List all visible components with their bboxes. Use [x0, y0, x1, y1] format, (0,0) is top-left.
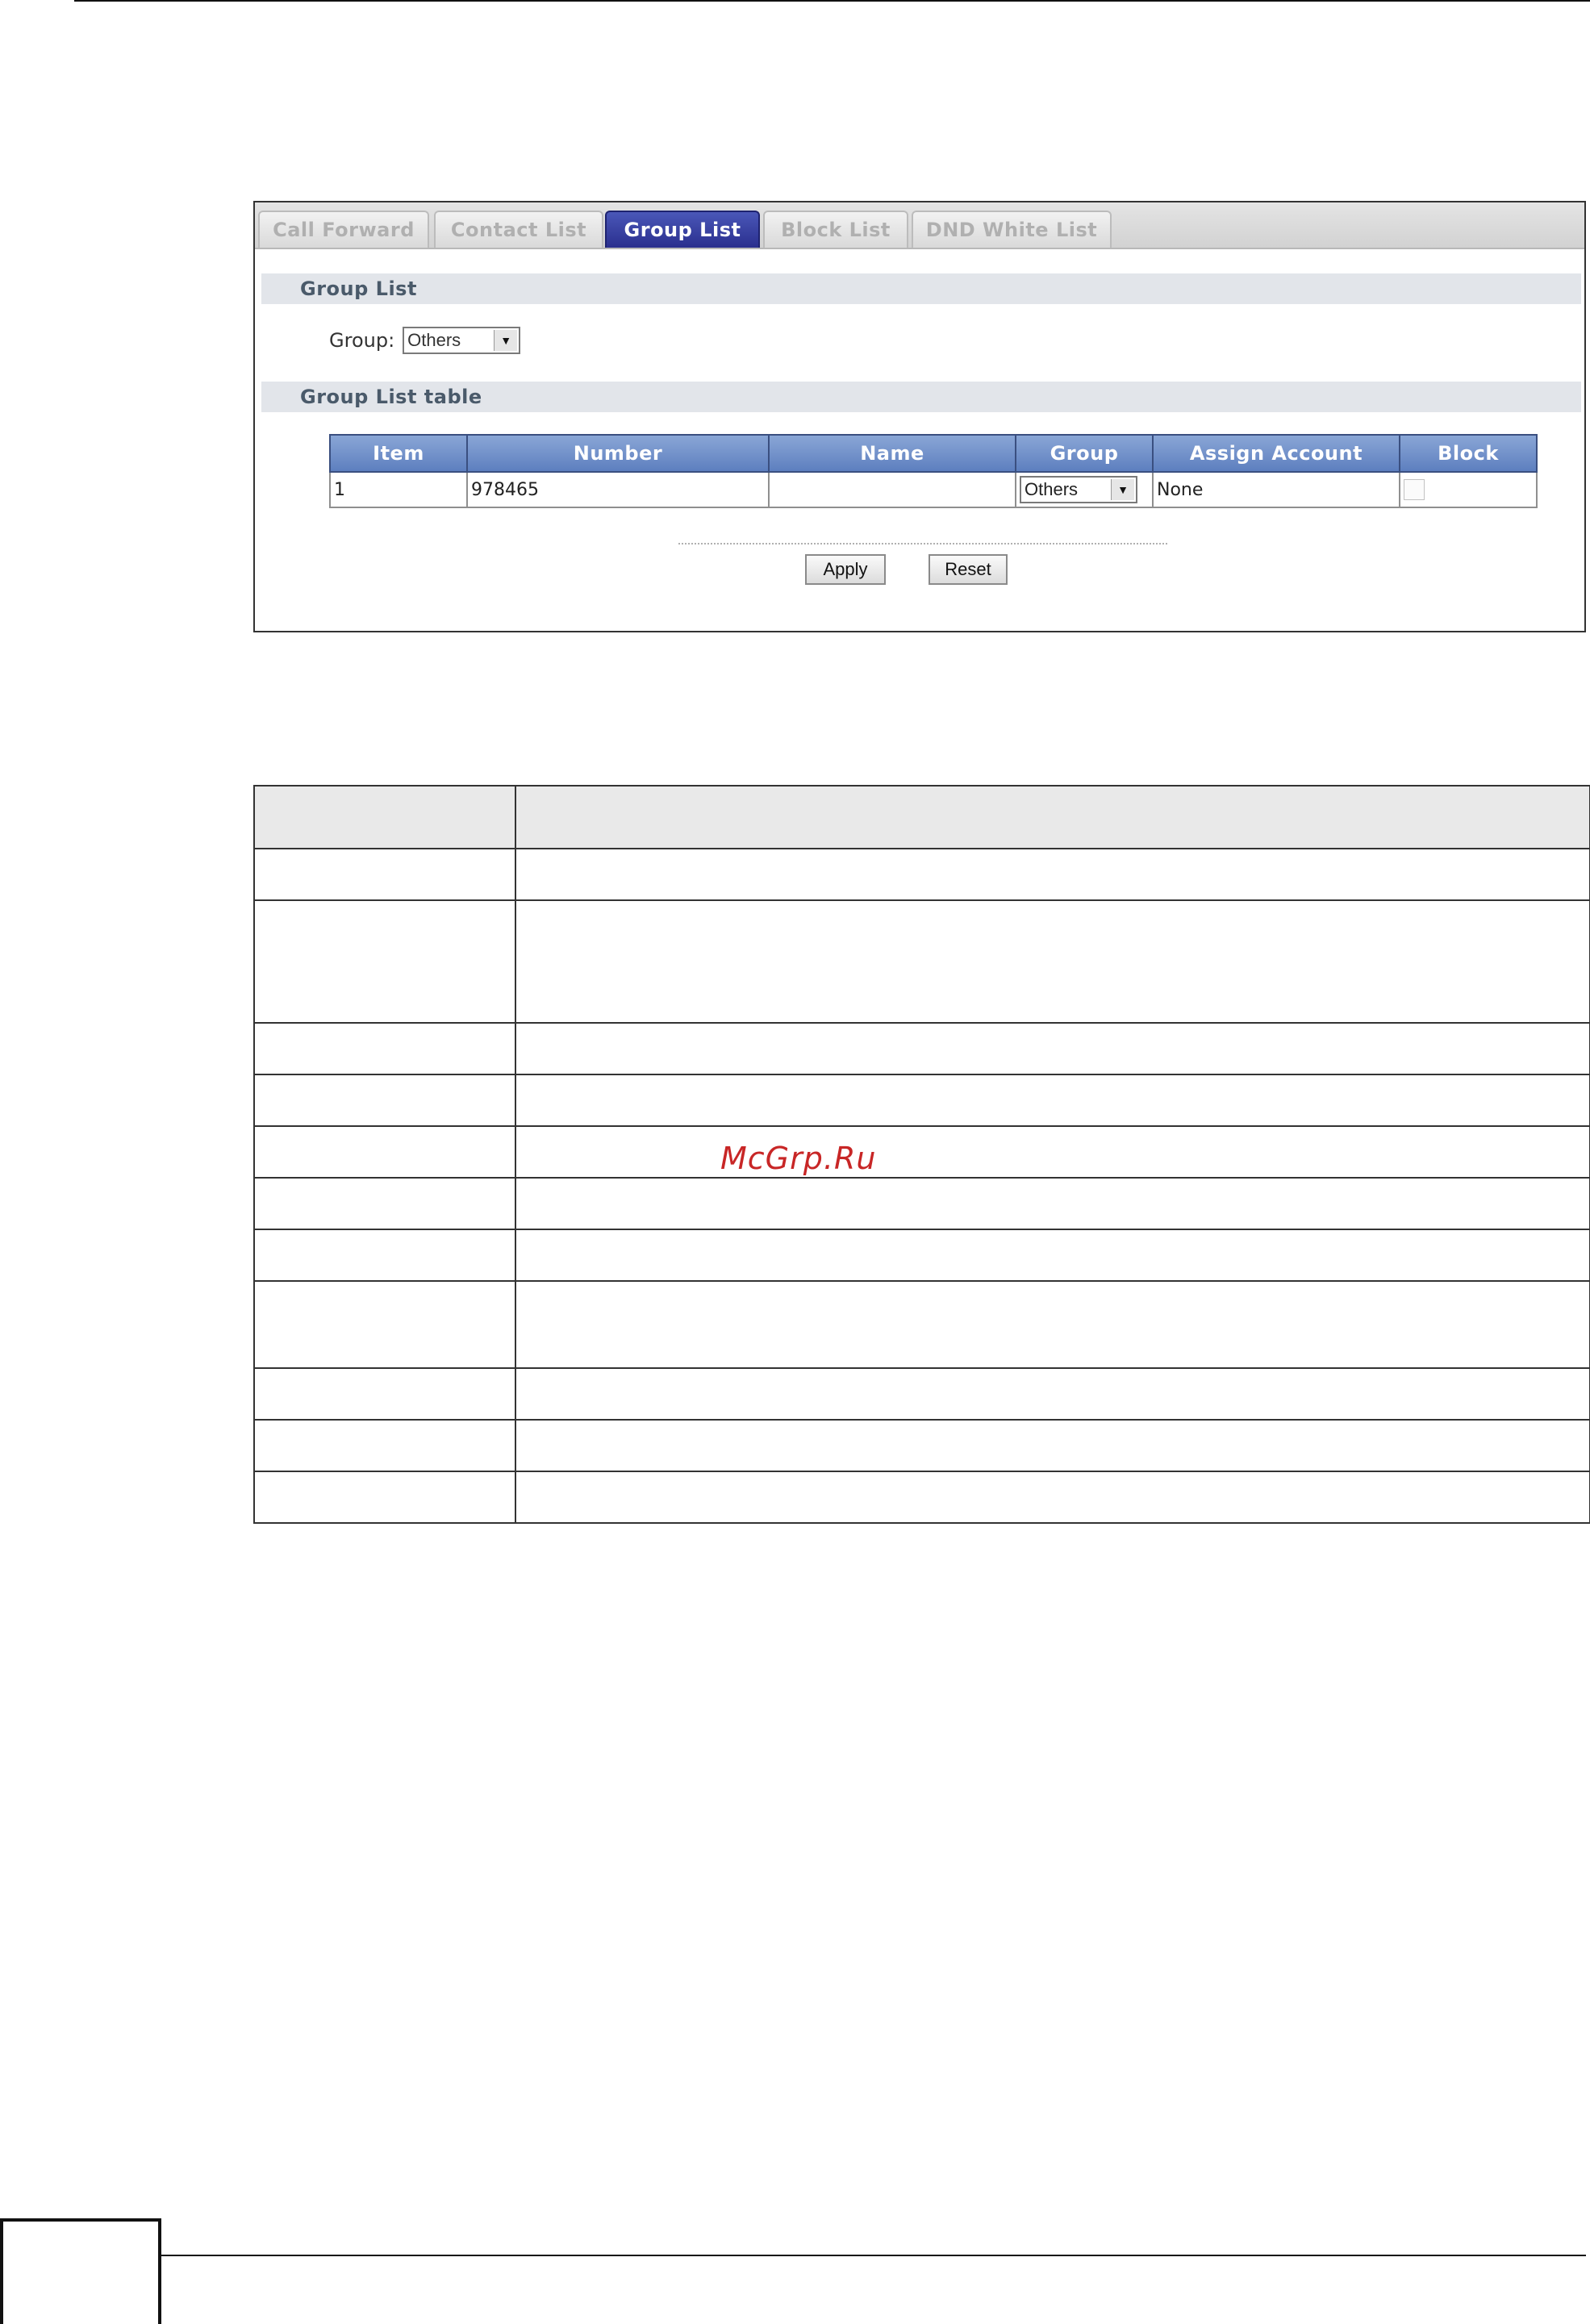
page-number-box	[0, 2218, 161, 2324]
group-list-table: Item Number Name Group Assign Account Bl…	[329, 434, 1538, 508]
tab-dnd-white-list[interactable]: DND White List	[912, 211, 1112, 248]
chevron-down-icon[interactable]: ▼	[494, 330, 518, 351]
apply-button[interactable]: Apply	[805, 554, 886, 585]
tab-contact-list[interactable]: Contact List	[434, 211, 603, 248]
cell-name	[768, 471, 1016, 508]
column-header-name: Name	[768, 434, 1016, 473]
tab-bar: Call Forward Contact List Group List Blo…	[255, 202, 1584, 249]
block-checkbox[interactable]	[1404, 479, 1425, 500]
table-row	[253, 785, 1590, 849]
table-row	[253, 1229, 1590, 1282]
cell-group: Others ▼	[1015, 471, 1154, 508]
group-select[interactable]: Others ▼	[403, 327, 521, 354]
section-group-list-table: Group List table	[261, 382, 1581, 412]
group-select-value: Others	[407, 330, 461, 350]
table-row: 1 978465 Others ▼ None	[329, 471, 1538, 508]
section-title: Group List	[300, 277, 417, 300]
table-header-row: Item Number Name Group Assign Account Bl…	[329, 434, 1538, 473]
page-top-rule	[74, 0, 1590, 2]
table-row	[253, 899, 1590, 1024]
chevron-down-icon[interactable]: ▼	[1111, 479, 1134, 500]
table-row	[253, 1177, 1590, 1230]
table-row	[253, 848, 1590, 901]
table-row	[253, 1125, 1590, 1179]
description-table	[253, 785, 1590, 1524]
footer-rule	[158, 2255, 1586, 2256]
column-header-group: Group	[1015, 434, 1154, 473]
table-row	[253, 1419, 1590, 1472]
tab-block-list[interactable]: Block List	[763, 211, 908, 248]
column-header-number: Number	[466, 434, 770, 473]
group-list-screenshot: Call Forward Contact List Group List Blo…	[253, 201, 1586, 632]
table-row	[253, 1022, 1590, 1075]
cell-assign-account: None	[1152, 471, 1400, 508]
column-header-item: Item	[329, 434, 468, 473]
reset-button[interactable]: Reset	[929, 554, 1008, 585]
table-row	[253, 1280, 1590, 1369]
table-row	[253, 1074, 1590, 1127]
tab-call-forward[interactable]: Call Forward	[258, 211, 429, 248]
tab-group-list[interactable]: Group List	[605, 211, 760, 248]
cell-block	[1399, 471, 1538, 508]
table-row	[253, 1367, 1590, 1421]
row-group-select-value: Others	[1025, 479, 1079, 499]
column-header-block: Block	[1399, 434, 1538, 473]
watermark: McGrp.Ru	[720, 1141, 877, 1176]
row-group-select[interactable]: Others ▼	[1020, 476, 1137, 503]
cell-item: 1	[329, 471, 468, 508]
column-header-assign-account: Assign Account	[1152, 434, 1400, 473]
section-title: Group List table	[300, 386, 482, 408]
table-row	[253, 1471, 1590, 1524]
group-label: Group:	[329, 329, 395, 352]
group-filter-row: Group: Others ▼	[329, 325, 521, 356]
button-divider	[678, 543, 1167, 544]
section-group-list: Group List	[261, 273, 1581, 304]
cell-number: 978465	[466, 471, 770, 508]
